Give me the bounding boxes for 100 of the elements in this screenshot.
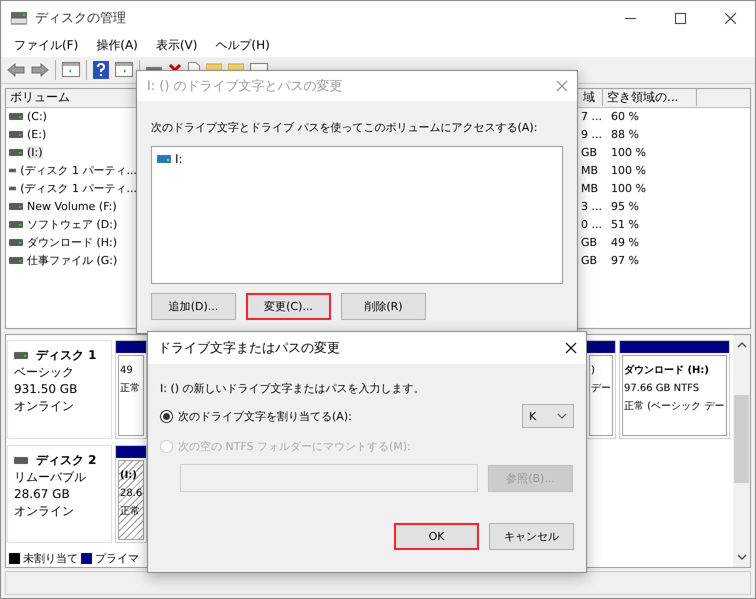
partition-info: 28.6 bbox=[120, 486, 142, 501]
partition-info: 97.66 GB NTFS bbox=[624, 382, 700, 396]
volume-name[interactable]: New Volume (F:) bbox=[27, 200, 117, 214]
table-cell-text: GB bbox=[580, 236, 598, 250]
partition-info: 正常 bbox=[120, 504, 141, 519]
drive-icon bbox=[157, 155, 171, 163]
dialog-button[interactable]: 削除(R) bbox=[341, 293, 426, 320]
partition-header-bar bbox=[116, 341, 146, 354]
disk-type: リムーバブル bbox=[14, 468, 87, 486]
maximize-icon bbox=[674, 12, 686, 24]
disk-status: オンライン bbox=[14, 398, 75, 416]
drive-icon bbox=[9, 167, 16, 174]
menu-item[interactable]: 表示(V) bbox=[146, 37, 206, 54]
partition-info: 正常 (ベーシック デー bbox=[624, 400, 725, 414]
volume-name[interactable]: (E:) bbox=[27, 128, 46, 142]
dialog-title: I: () のドライブ文字とパスの変更 bbox=[147, 78, 344, 95]
chevron-down-icon[interactable] bbox=[736, 553, 746, 562]
table-cell-text: 51 % bbox=[610, 218, 640, 232]
drive-icon bbox=[9, 149, 23, 156]
disk-status: オンライン bbox=[14, 502, 75, 520]
partition-title: (I:) bbox=[120, 468, 138, 483]
forward-arrow-icon[interactable] bbox=[31, 62, 49, 77]
dialog-prompt: I: () の新しいドライブ文字またはパスを入力します。 bbox=[160, 382, 426, 396]
partition[interactable]: (I:) 28.6 正常 bbox=[115, 444, 147, 544]
dialog-button[interactable]: OK bbox=[394, 523, 479, 550]
table-cell-text: GB bbox=[580, 254, 598, 268]
volume-name[interactable]: ソフトウェア (D:) bbox=[27, 217, 118, 232]
menu-item[interactable]: 操作(A) bbox=[87, 37, 147, 54]
legend-label: プライマ bbox=[95, 550, 139, 566]
path-item[interactable]: I: bbox=[175, 152, 183, 166]
table-cell-text: 100 % bbox=[610, 182, 647, 196]
disk-name: ディスク 2 bbox=[36, 452, 97, 469]
table-cell-text: MB bbox=[580, 164, 600, 178]
back-arrow-icon[interactable] bbox=[7, 62, 25, 77]
panel-icon[interactable] bbox=[62, 62, 80, 78]
volume-name[interactable]: ダウンロード (H:) bbox=[27, 235, 118, 250]
volume-name[interactable]: (ディスク 1 パーティ... bbox=[20, 181, 137, 196]
partition-header-bar bbox=[587, 341, 615, 354]
partition-info: デー bbox=[591, 382, 611, 396]
drive-icon bbox=[9, 131, 23, 138]
drive-icon bbox=[14, 352, 28, 360]
disk-size: 931.50 GB bbox=[14, 381, 78, 398]
volume-name[interactable]: (C:) bbox=[27, 110, 47, 124]
table-cell-text: 7 ... bbox=[580, 110, 603, 124]
table-cell-text: 3 ... bbox=[580, 200, 603, 214]
table-cell-text: GB bbox=[580, 146, 598, 160]
chevron-down-icon bbox=[557, 413, 567, 419]
partition-info: 正常 bbox=[120, 382, 141, 396]
disk-type: ベーシック bbox=[14, 364, 75, 382]
close-icon bbox=[724, 12, 736, 24]
panel-icon[interactable] bbox=[115, 62, 133, 78]
menu-item[interactable]: ヘルプ(H) bbox=[206, 37, 279, 54]
option-label: 次の空の NTFS フォルダーにマウントする(M): bbox=[178, 438, 411, 454]
table-cell-text: 9 ... bbox=[580, 128, 603, 142]
table-cell-text: 97 % bbox=[610, 254, 640, 268]
drive-icon bbox=[14, 456, 28, 464]
drive-icon bbox=[9, 113, 23, 120]
radio-button[interactable] bbox=[160, 410, 173, 422]
partition[interactable]: ) デー bbox=[586, 340, 616, 439]
table-cell-text: 88 % bbox=[610, 128, 640, 142]
window-title: ディスクの管理 bbox=[35, 10, 127, 27]
partition-header-bar bbox=[116, 446, 146, 458]
disk-label-panel[interactable]: ディスク 1 ベーシック 931.50 GB オンライン bbox=[7, 340, 112, 439]
partition[interactable]: ダウンロード (H:) 97.66 GB NTFS 正常 (ベーシック デー bbox=[619, 340, 730, 439]
drive-icon bbox=[9, 257, 23, 264]
table-cell-text: 100 % bbox=[610, 164, 647, 178]
dialog-button[interactable]: 追加(D)... bbox=[151, 293, 236, 320]
column-header[interactable]: 空き領域の... bbox=[603, 89, 697, 106]
partition-info: ) bbox=[591, 364, 596, 378]
chevron-up-icon[interactable] bbox=[736, 341, 746, 350]
table-cell-text: 60 % bbox=[610, 110, 640, 124]
dialog-button[interactable]: 変更(C)... bbox=[246, 293, 331, 320]
volume-name[interactable]: (ディスク 1 パーティ... bbox=[20, 163, 137, 178]
legend-label: 未割り当て bbox=[23, 550, 78, 566]
table-cell-text: 95 % bbox=[610, 200, 640, 214]
drive-icon bbox=[9, 221, 23, 228]
option-label: 次のドライブ文字を割り当てる(A): bbox=[178, 408, 352, 424]
table-cell-text: 0 ... bbox=[580, 218, 603, 232]
disk-name: ディスク 1 bbox=[36, 347, 97, 364]
table-cell-text: 49 % bbox=[610, 236, 640, 250]
column-header[interactable]: 域 bbox=[579, 89, 603, 106]
dialog-button[interactable]: キャンセル bbox=[489, 523, 574, 550]
table-cell-text: MB bbox=[580, 182, 600, 196]
dialog-prompt: 次のドライブ文字とドライブ パスを使ってこのボリュームにアクセスする(A): bbox=[151, 121, 538, 135]
volume-name[interactable]: (I:) bbox=[27, 146, 43, 160]
help-icon[interactable] bbox=[93, 60, 109, 79]
table-cell-text: 100 % bbox=[610, 146, 647, 160]
path-list[interactable]: I: bbox=[151, 146, 563, 284]
scrollbar[interactable] bbox=[733, 335, 750, 568]
volume-name[interactable]: 仕事ファイル (G:) bbox=[27, 253, 118, 268]
drive-icon bbox=[9, 185, 16, 192]
menu-item[interactable]: ファイル(F) bbox=[5, 37, 88, 54]
dialog-title: ドライブ文字またはパスの変更 bbox=[158, 340, 341, 357]
drive-icon bbox=[9, 239, 23, 246]
partition[interactable]: 49 正常 bbox=[115, 340, 147, 439]
drive-icon bbox=[11, 11, 27, 25]
drive-icon bbox=[9, 203, 23, 210]
drive-letter-dropdown[interactable]: K bbox=[522, 404, 574, 428]
disk-label-panel[interactable]: ディスク 2 リムーバブル 28.67 GB オンライン bbox=[7, 444, 112, 544]
partition-info: 49 bbox=[120, 364, 134, 378]
